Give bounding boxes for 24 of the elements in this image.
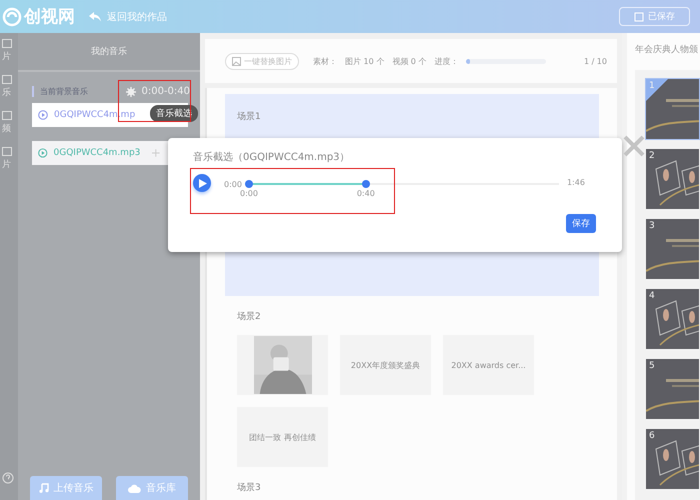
page-counter: 1 / 10: [584, 56, 607, 66]
duration: 1:46: [566, 178, 585, 187]
slide-number: 2: [649, 151, 655, 161]
video-count: 视频 0 个: [392, 56, 426, 66]
slide-number: 5: [649, 361, 655, 371]
handle-time: 0:00: [240, 189, 258, 198]
slide-number: 6: [649, 431, 655, 441]
scene-title: 场景1: [237, 110, 262, 123]
scene-title: 场景2: [237, 310, 262, 323]
clip-range: 0:00-0:40: [141, 86, 190, 97]
scene-title: 场景3: [237, 482, 262, 494]
preview-title: 年会庆典人物颁: [635, 44, 699, 56]
current-music-label: 当前背景音乐: [32, 86, 88, 97]
image-count: 图片 10 个: [345, 56, 384, 66]
start-time: 0:00: [224, 180, 242, 189]
material-label: 素材：: [313, 56, 337, 66]
handle-time: 0:40: [356, 189, 375, 198]
progress-label: 进度：: [434, 56, 458, 66]
slide-number: 3: [649, 221, 655, 231]
slide-number: 1: [649, 81, 655, 91]
panel-title: 我的音乐: [18, 33, 200, 72]
logo-text: 创视网: [24, 6, 75, 28]
slide-number: 4: [649, 291, 655, 301]
dialog-title: 音乐截选（0GQIPWCC4m.mp3）: [193, 150, 351, 164]
